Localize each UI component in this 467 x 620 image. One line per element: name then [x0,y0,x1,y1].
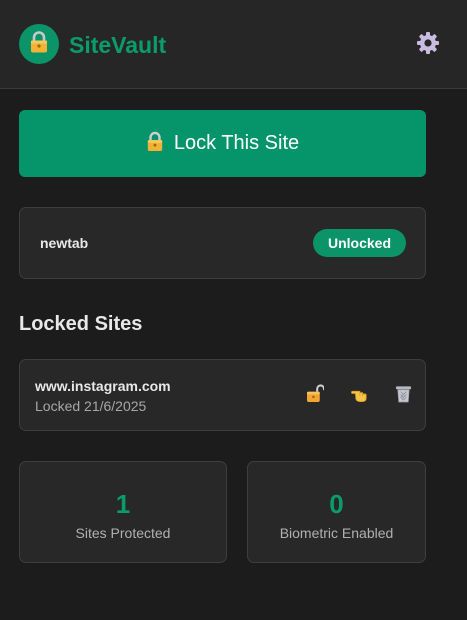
stat-label: Biometric Enabled [279,525,394,541]
settings-button[interactable] [414,31,442,59]
app-title: SiteVault [69,32,167,58]
logo [19,24,59,64]
trash-icon [395,384,412,408]
stat-sites-protected: 1 Sites Protected [19,461,227,563]
stat-value: 1 [115,489,131,519]
stat-value: 0 [329,489,344,519]
current-site-card: newtab Unlocked [19,207,426,279]
locked-sites-title: Locked Sites [19,313,143,335]
current-site-domain: newtab [40,235,89,251]
gear-icon [416,31,440,60]
padlock-icon [29,30,49,58]
pointing-hand-icon [350,384,368,408]
locked-site-domain: www.instagram.com [35,378,171,394]
lock-this-site-button[interactable]: Lock This Site [19,110,426,177]
status-badge: Unlocked [312,229,406,257]
padlock-icon [146,131,164,157]
locked-site-item: www.instagram.com Locked 21/6/2025 [19,359,426,431]
unlock-button[interactable] [293,384,337,408]
stat-biometric-enabled: 0 Biometric Enabled [247,461,426,563]
lock-button-label: Lock This Site [173,132,300,154]
delete-button[interactable] [381,384,425,408]
unlock-icon [306,384,325,408]
biometric-button[interactable] [337,384,381,408]
locked-site-date: Locked 21/6/2025 [35,398,147,414]
header: SiteVault [0,0,467,89]
stat-label: Sites Protected [75,525,171,541]
site-actions [293,384,425,408]
